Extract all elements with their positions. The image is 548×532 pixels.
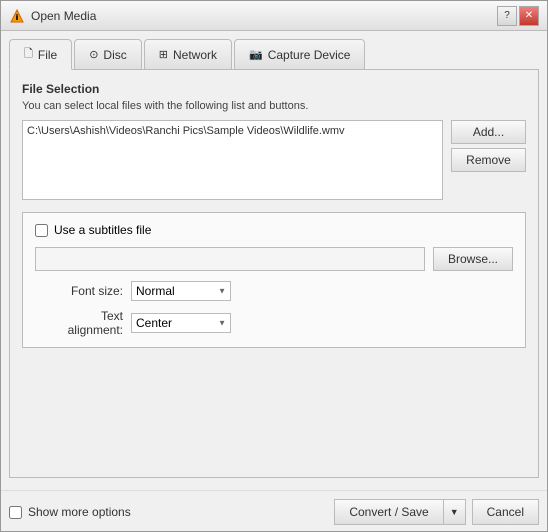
cancel-button[interactable]: Cancel bbox=[472, 499, 539, 525]
capture-tab-icon: 📷 bbox=[249, 48, 263, 61]
tab-capture[interactable]: 📷 Capture Device bbox=[234, 39, 365, 70]
open-media-dialog: Open Media ? ✕ 🗋 File ⊙ Disc ⊞ Network 📷… bbox=[0, 0, 548, 532]
file-tab-icon: 🗋 bbox=[24, 45, 33, 64]
text-align-label: Text alignment: bbox=[43, 309, 123, 337]
text-align-select[interactable]: Center Left Right bbox=[131, 313, 231, 333]
file-tab-panel: File Selection You can select local file… bbox=[9, 69, 539, 478]
subtitle-check-row: Use a subtitles file bbox=[35, 223, 513, 237]
title-bar: Open Media ? ✕ bbox=[1, 1, 547, 31]
file-selection-title: File Selection bbox=[22, 82, 526, 96]
tab-file[interactable]: 🗋 File bbox=[9, 39, 72, 70]
add-button[interactable]: Add... bbox=[451, 120, 526, 144]
font-size-select[interactable]: Normal Small Large Huge bbox=[131, 281, 231, 301]
disc-tab-icon: ⊙ bbox=[89, 48, 98, 61]
file-list-item: C:\Users\Ashish\Videos\Ranchi Pics\Sampl… bbox=[27, 125, 438, 137]
remove-button[interactable]: Remove bbox=[451, 148, 526, 172]
convert-save-button[interactable]: Convert / Save bbox=[334, 499, 442, 525]
help-button[interactable]: ? bbox=[497, 6, 517, 26]
browse-button[interactable]: Browse... bbox=[433, 247, 513, 271]
subtitle-section: Use a subtitles file Browse... Font size… bbox=[22, 212, 526, 348]
subtitle-checkbox-label[interactable]: Use a subtitles file bbox=[54, 223, 151, 237]
bottom-buttons: Convert / Save ▼ Cancel bbox=[334, 499, 539, 525]
text-align-row: Text alignment: Center Left Right bbox=[43, 309, 513, 337]
file-list-area: C:\Users\Ashish\Videos\Ranchi Pics\Sampl… bbox=[22, 120, 526, 200]
file-list-buttons: Add... Remove bbox=[451, 120, 526, 200]
font-size-row: Font size: Normal Small Large Huge bbox=[43, 281, 513, 301]
tab-network[interactable]: ⊞ Network bbox=[144, 39, 232, 70]
font-size-label: Font size: bbox=[43, 284, 123, 298]
network-tab-icon: ⊞ bbox=[159, 48, 168, 61]
convert-save-group: Convert / Save ▼ bbox=[334, 499, 465, 525]
file-list-box: C:\Users\Ashish\Videos\Ranchi Pics\Sampl… bbox=[22, 120, 443, 200]
subtitle-file-input[interactable] bbox=[35, 247, 425, 271]
dialog-content: 🗋 File ⊙ Disc ⊞ Network 📷 Capture Device… bbox=[1, 31, 547, 486]
subtitle-options: Font size: Normal Small Large Huge Text … bbox=[35, 281, 513, 337]
show-more-checkbox[interactable] bbox=[9, 506, 22, 519]
tab-disc[interactable]: ⊙ Disc bbox=[74, 39, 142, 70]
subtitle-checkbox[interactable] bbox=[35, 224, 48, 237]
tab-bar: 🗋 File ⊙ Disc ⊞ Network 📷 Capture Device bbox=[9, 39, 539, 70]
bottom-bar: Show more options Convert / Save ▼ Cance… bbox=[1, 490, 547, 531]
font-size-select-wrapper: Normal Small Large Huge bbox=[131, 281, 231, 301]
convert-save-dropdown-arrow[interactable]: ▼ bbox=[443, 499, 466, 525]
dropdown-arrow-icon: ▼ bbox=[450, 507, 459, 517]
show-more-options-row: Show more options bbox=[9, 505, 131, 519]
subtitle-file-row: Browse... bbox=[35, 247, 513, 271]
title-bar-controls: ? ✕ bbox=[497, 6, 539, 26]
window-title: Open Media bbox=[31, 9, 497, 23]
close-button[interactable]: ✕ bbox=[519, 6, 539, 26]
show-more-label[interactable]: Show more options bbox=[28, 505, 131, 519]
vlc-icon bbox=[9, 8, 25, 24]
file-selection-desc: You can select local files with the foll… bbox=[22, 100, 526, 112]
text-align-select-wrapper: Center Left Right bbox=[131, 313, 231, 333]
